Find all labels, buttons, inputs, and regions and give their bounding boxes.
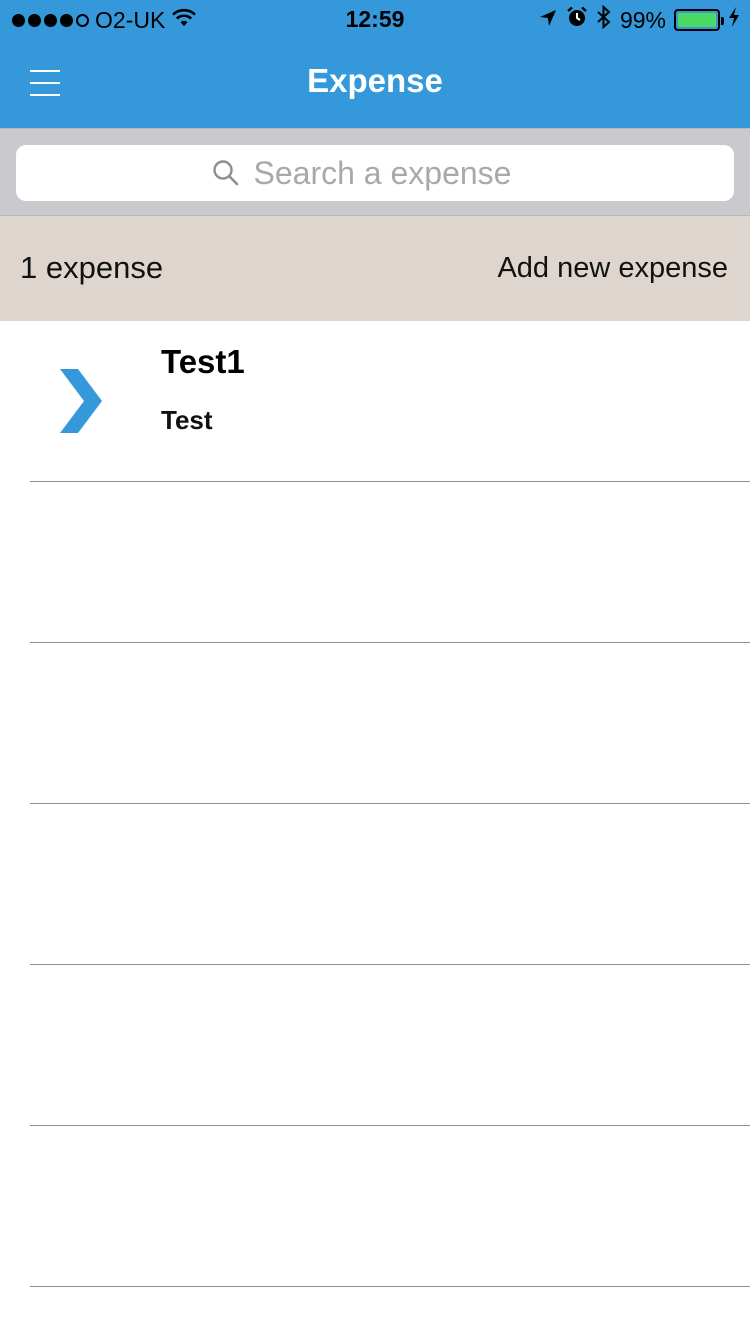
charging-bolt-icon: [728, 6, 740, 34]
empty-list-row: [0, 804, 750, 965]
page-title: Expense: [307, 62, 443, 99]
search-input[interactable]: [253, 154, 539, 192]
search-icon: [212, 159, 240, 187]
list-header: 1 expense Add new expense: [0, 216, 750, 321]
row-divider: [30, 1286, 750, 1287]
status-bar: O2-UK 12:59 99%: [0, 0, 750, 40]
empty-list-row: [0, 482, 750, 643]
search-bar: [0, 128, 750, 216]
empty-list-row: [0, 1126, 750, 1287]
expense-count: 1 expense: [20, 250, 164, 285]
location-arrow-icon: [538, 7, 558, 34]
expense-subtitle: Test: [161, 405, 213, 435]
status-right: 99%: [538, 4, 740, 35]
app-header: O2-UK 12:59 99% Expense: [0, 0, 750, 128]
battery-fill: [678, 13, 716, 27]
navigation-bar: Expense: [0, 40, 750, 128]
empty-list-row: [0, 643, 750, 804]
chevron-right-icon: [58, 367, 104, 435]
bluetooth-icon: [596, 4, 612, 35]
expense-row[interactable]: Test1 Test: [0, 321, 750, 482]
battery-icon: [674, 9, 724, 31]
search-field-container[interactable]: [16, 145, 734, 201]
expense-list: Test1 Test: [0, 321, 750, 1287]
expense-title: Test1: [161, 343, 245, 380]
alarm-icon: [566, 6, 588, 34]
empty-list-row: [0, 965, 750, 1126]
add-new-expense-button[interactable]: Add new expense: [497, 252, 728, 285]
battery-percent: 99%: [619, 6, 666, 33]
